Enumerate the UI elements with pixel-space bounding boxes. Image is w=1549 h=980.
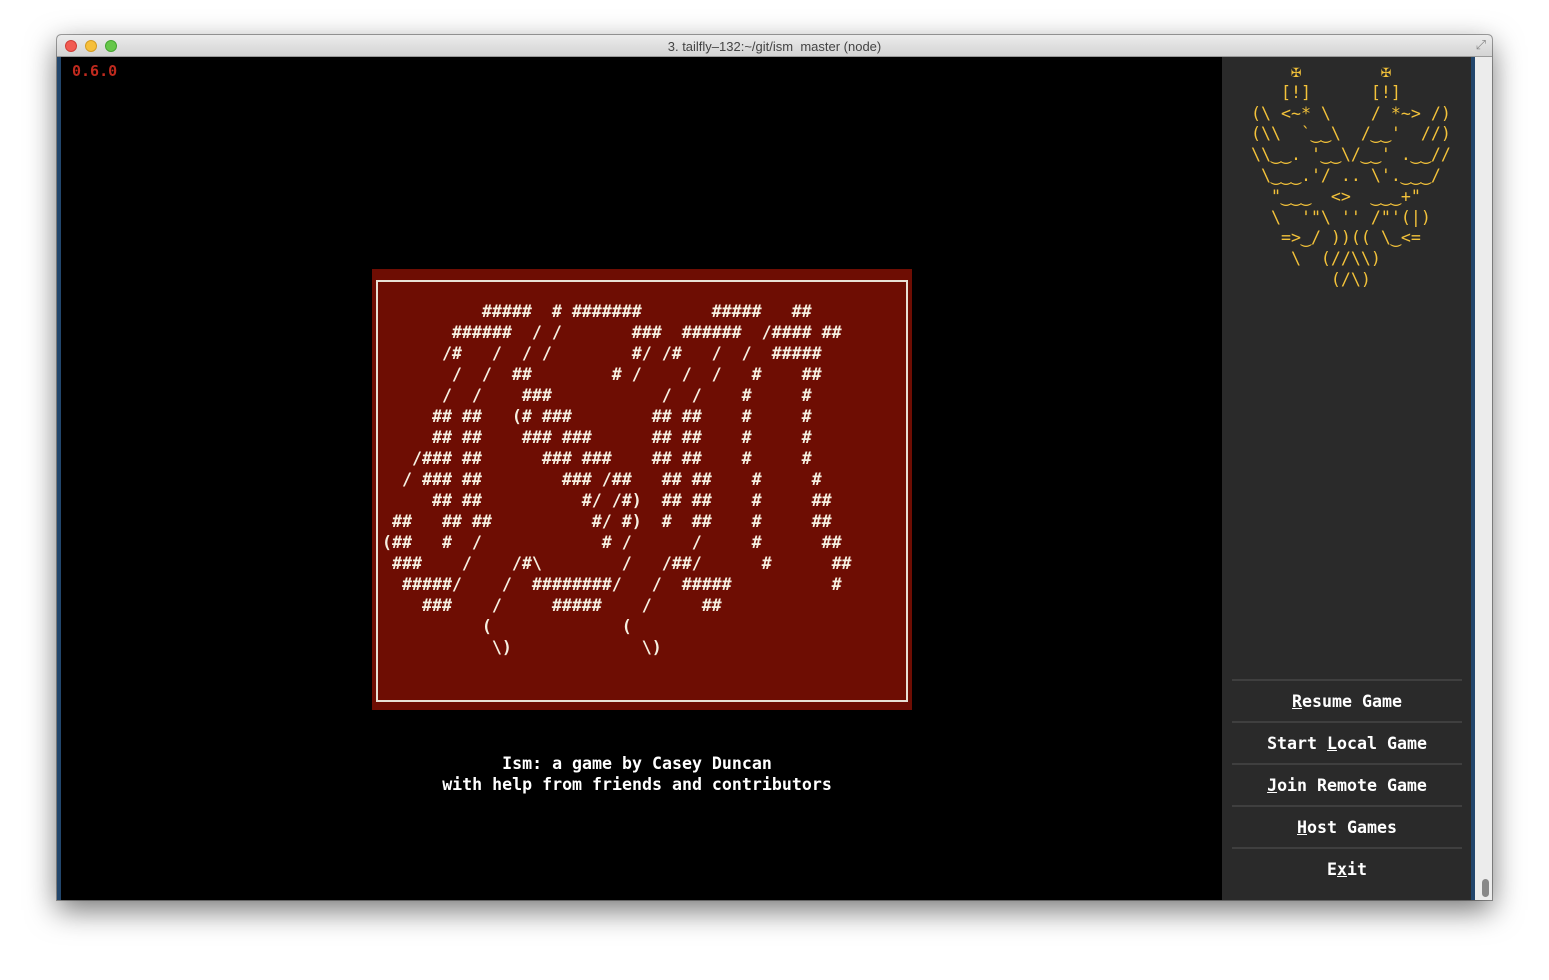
ism-ascii-logo: ##### # ####### ##### ## ###### / / ### … [382,302,852,657]
start-local-game-label-pre: Start [1267,733,1328,753]
exit-hotkey: x [1337,859,1347,879]
version-label: 0.6.0 [72,62,118,80]
title-logo-panel: ##### # ####### ##### ## ###### / / ### … [372,269,912,710]
join-remote-game-label: oin Remote Game [1277,775,1427,795]
scrollbar-track[interactable] [1475,57,1492,900]
host-games-button[interactable]: Host Games [1232,805,1462,847]
host-games-hotkey: H [1297,817,1308,837]
resume-game-button[interactable]: Resume Game [1232,679,1462,721]
window-title: 3. tailfly–132:~/git/ism master (node) [667,39,882,54]
exit-button[interactable]: Ex it [1232,847,1462,889]
start-local-game-button[interactable]: Start Local Game [1232,721,1462,763]
credits: Ism: a game by Casey Duncan with help fr… [57,753,1217,795]
scrollbar-thumb[interactable] [1482,879,1489,897]
exit-label-pre: E [1327,859,1337,879]
join-remote-game-button[interactable]: Join Remote Game [1232,763,1462,805]
title-bar[interactable]: 3. tailfly–132:~/git/ism master (node) ⤢ [57,35,1492,57]
main-menu-sidebar: ✠ ✠ [!] [!] (\ <~* \ / *~> /) (\\ `‿‿\ /… [1222,57,1471,900]
start-local-game-hotkey: L [1327,733,1338,753]
start-local-game-label: ocal Game [1337,733,1427,753]
exit-label: it [1347,859,1367,879]
fullscreen-icon[interactable]: ⤢ [1476,39,1486,53]
resume-game-hotkey: R [1292,691,1303,711]
credits-line-2: with help from friends and contributors [442,775,832,794]
host-games-label: ost Games [1307,817,1397,837]
resume-game-label: esume Game [1302,691,1402,711]
terminal-content: 0.6.0 ##### # ####### ##### ## ###### / … [57,57,1492,900]
join-remote-game-hotkey: J [1267,775,1278,795]
terminal-window: 3. tailfly–132:~/git/ism master (node) ⤢… [57,35,1492,900]
credits-line-1: Ism: a game by Casey Duncan [502,754,772,773]
owl-ascii-art: ✠ ✠ [!] [!] (\ <~* \ / *~> /) (\\ `‿‿\ /… [1251,62,1451,289]
main-menu: Resume Game Start Local Game Join Remote… [1232,679,1462,889]
